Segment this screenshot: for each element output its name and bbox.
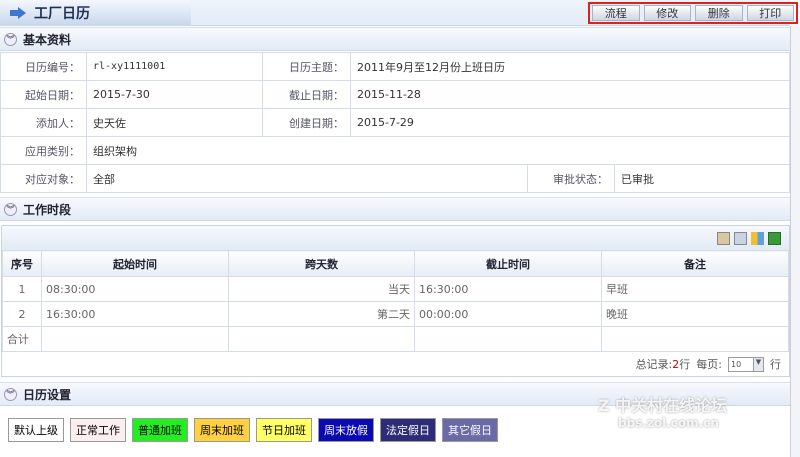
column-header[interactable]: 序号 <box>2 250 42 277</box>
settings-icon[interactable] <box>717 231 730 245</box>
watermark: Z 中关村在线论坛 bbs.zol.com.cn <box>598 396 728 430</box>
page-title-tab: 工厂日历 <box>0 0 191 25</box>
section-title: 工作时段 <box>23 202 72 217</box>
cell: 00:00:00 <box>414 301 602 327</box>
total-label: 合计 <box>2 326 42 352</box>
cell: 当天 <box>228 276 415 302</box>
label: 添加人： <box>0 108 87 137</box>
day-type-button[interactable]: 法定假日 <box>380 418 436 442</box>
grid-footer: 总记录:2行 每页: 10 ▼ 行 <box>2 352 789 376</box>
workflow-button[interactable]: 流程 <box>592 5 640 21</box>
cell: 08:30:00 <box>41 276 229 302</box>
vertical-scrollbar[interactable] <box>790 26 800 457</box>
cell: 16:30:00 <box>41 301 229 327</box>
section-basic-info[interactable]: ︾ 基本资料 <box>0 27 790 51</box>
cell: 2 <box>2 301 42 327</box>
cell: 1 <box>2 276 42 302</box>
label: 截止日期： <box>262 80 351 109</box>
total-row: 合计 <box>2 326 789 352</box>
section-work-periods[interactable]: ︾ 工作时段 <box>0 197 790 221</box>
day-type-button[interactable]: 周末加班 <box>194 418 250 442</box>
per-page-select[interactable]: 10 ▼ <box>728 356 764 372</box>
page-title: 工厂日历 <box>34 5 90 22</box>
calendar-code: rl-xy1111001 <box>86 52 263 81</box>
column-header[interactable]: 备注 <box>601 250 789 277</box>
label: 日历编号： <box>0 52 87 81</box>
label: 创建日期： <box>262 108 351 137</box>
cell: 早班 <box>601 276 789 302</box>
section-title: 日历设置 <box>23 387 72 402</box>
collapse-icon[interactable]: ︾ <box>4 387 17 401</box>
end-date: 2015-11-28 <box>350 80 790 109</box>
cell: 晚班 <box>601 301 789 327</box>
label: 应用类别： <box>0 136 87 165</box>
delete-button[interactable]: 删除 <box>695 5 743 21</box>
calendar-subject: 2011年9月至12月份上班日历 <box>350 52 790 81</box>
start-date: 2015-7-30 <box>86 80 263 109</box>
label: 审批状态： <box>527 164 615 193</box>
action-buttons: 流程 修改 删除 打印 <box>588 2 798 24</box>
column-header[interactable]: 跨天数 <box>228 250 415 277</box>
day-type-button[interactable]: 节日加班 <box>256 418 312 442</box>
category: 组织架构 <box>86 136 790 165</box>
collapse-icon[interactable]: ︾ <box>4 32 17 46</box>
label: 起始日期： <box>0 80 87 109</box>
day-type-legend: 默认上级 正常工作 普通加班 周末加班 节日加班 周末放假 法定假日 其它假日 <box>8 418 498 442</box>
edit-button[interactable]: 修改 <box>643 5 691 21</box>
print-button[interactable]: 打印 <box>746 5 794 21</box>
chart-icon[interactable] <box>751 231 764 245</box>
collapse-icon[interactable]: ︾ <box>4 202 17 216</box>
section-title: 基本资料 <box>23 32 72 47</box>
filter-icon[interactable] <box>734 231 747 245</box>
work-periods-grid: 序号 起始时间 跨天数 截止时间 备注 1 08:30:00 当天 16:30:… <box>1 225 790 377</box>
label: 日历主题： <box>262 52 351 81</box>
grid-toolbar <box>2 226 789 250</box>
excel-export-icon[interactable] <box>768 231 781 245</box>
day-type-button[interactable]: 普通加班 <box>132 418 188 442</box>
cell: 16:30:00 <box>414 276 602 302</box>
day-type-button[interactable]: 正常工作 <box>70 418 126 442</box>
day-type-button[interactable]: 其它假日 <box>442 418 498 442</box>
created-date: 2015-7-29 <box>350 108 790 137</box>
day-type-button[interactable]: 默认上级 <box>8 418 64 442</box>
top-bar: 工厂日历 流程 修改 删除 打印 <box>0 0 798 26</box>
added-by: 史天佐 <box>86 108 263 137</box>
column-header[interactable]: 截止时间 <box>414 250 602 277</box>
per-page-label: 每页: <box>696 358 722 371</box>
table-row[interactable]: 2 16:30:00 第二天 00:00:00 晚班 <box>2 301 789 327</box>
per-page-unit: 行 <box>770 358 781 371</box>
chevron-down-icon[interactable]: ▼ <box>753 357 763 371</box>
approval-status: 已审批 <box>614 164 790 193</box>
day-type-button[interactable]: 周末放假 <box>318 418 374 442</box>
target: 全部 <box>86 164 528 193</box>
record-count: 总记录:2行 <box>635 358 691 371</box>
column-header[interactable]: 起始时间 <box>41 250 229 277</box>
table-row[interactable]: 1 08:30:00 当天 16:30:00 早班 <box>2 276 789 302</box>
basic-info-table: 日历编号： rl-xy1111001 日历主题： 2011年9月至12月份上班日历 起… <box>0 52 790 193</box>
label: 对应对象： <box>0 164 87 193</box>
cell: 第二天 <box>228 301 415 327</box>
arrow-right-icon <box>10 6 26 19</box>
